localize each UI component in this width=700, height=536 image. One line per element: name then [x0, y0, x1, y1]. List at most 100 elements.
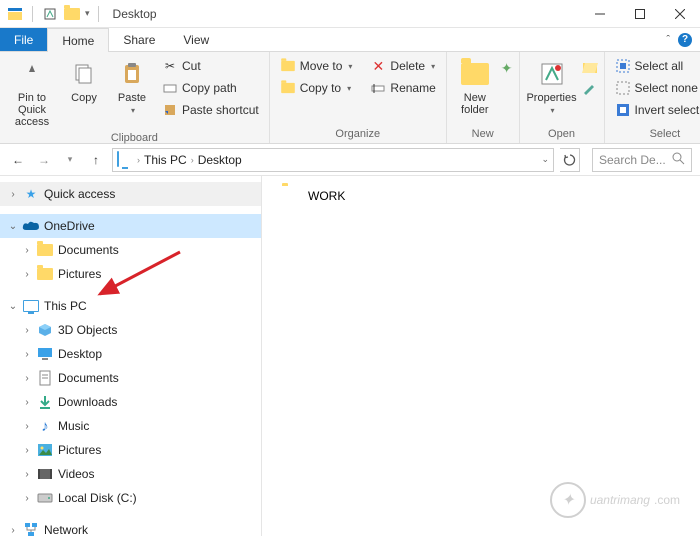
chevron-down-icon[interactable]: ▾ [85, 8, 90, 19]
sidebar-item-pictures[interactable]: › Pictures [0, 438, 261, 462]
paste-icon [116, 58, 148, 90]
edit-icon[interactable] [582, 81, 598, 98]
search-input[interactable]: Search De... [592, 148, 692, 172]
move-to-button[interactable]: Move to▾ [276, 56, 357, 76]
close-button[interactable] [660, 0, 700, 28]
chevron-right-icon[interactable]: › [6, 525, 20, 536]
paste-shortcut-button[interactable]: Paste shortcut [158, 100, 263, 120]
pictures-icon [36, 441, 54, 459]
sidebar-item-onedrive-pictures[interactable]: › Pictures [0, 262, 261, 286]
sidebar-item-videos[interactable]: › Videos [0, 462, 261, 486]
chevron-right-icon[interactable]: › [6, 189, 20, 200]
chevron-right-icon[interactable]: › [20, 421, 34, 432]
cut-button[interactable]: ✂Cut [158, 56, 263, 76]
sidebar-item-music[interactable]: › ♪ Music [0, 414, 261, 438]
maximize-button[interactable] [620, 0, 660, 28]
chevron-right-icon[interactable]: › [20, 397, 34, 408]
folder-icon [282, 186, 302, 206]
breadcrumb-leaf[interactable]: Desktop [198, 153, 242, 167]
ribbon-group-label: Organize [276, 126, 440, 142]
sidebar-item-network[interactable]: › Network [0, 518, 261, 536]
pc-icon [22, 297, 40, 315]
copy-button[interactable]: Copy [62, 56, 106, 106]
minimize-button[interactable] [580, 0, 620, 28]
sidebar-item-local-disk[interactable]: › Local Disk (C:) [0, 486, 261, 510]
copy-path-button[interactable]: Copy path [158, 78, 263, 98]
pin-quick-access-button[interactable]: Pin to Quick access [6, 56, 58, 130]
sidebar-item-3d-objects[interactable]: › 3D Objects [0, 318, 261, 342]
chevron-down-icon[interactable]: ⌄ [541, 154, 549, 165]
chevron-down-icon[interactable]: ⌄ [6, 301, 20, 312]
tab-file[interactable]: File [0, 28, 47, 51]
chevron-right-icon[interactable]: › [20, 445, 34, 456]
chevron-down-icon: ▾ [131, 106, 135, 115]
sidebar-item-desktop[interactable]: › Desktop [0, 342, 261, 366]
copy-to-button[interactable]: Copy to▾ [276, 78, 357, 98]
address-bar[interactable]: › This PC › Desktop ⌄ [112, 148, 554, 172]
properties-button[interactable]: Properties ▾ [526, 56, 578, 117]
chevron-right-icon[interactable]: › [20, 325, 34, 336]
move-to-icon [280, 58, 296, 74]
collapse-ribbon-icon[interactable]: ˆ [666, 34, 670, 46]
breadcrumb-root[interactable]: This PC [144, 153, 187, 167]
recent-locations-button[interactable]: ▾ [60, 150, 80, 170]
chevron-right-icon[interactable]: › [20, 469, 34, 480]
chevron-right-icon[interactable]: › [135, 155, 142, 165]
select-none-button[interactable]: Select none [611, 78, 700, 98]
qat-properties-icon[interactable] [41, 5, 59, 23]
sidebar-item-quick-access[interactable]: › ★ Quick access [0, 182, 261, 206]
window-title: Desktop [113, 7, 157, 21]
chevron-right-icon[interactable]: › [20, 245, 34, 256]
chevron-right-icon[interactable]: › [20, 269, 34, 280]
refresh-button[interactable] [560, 148, 580, 172]
new-item-icon[interactable]: ✦ [501, 60, 513, 77]
tab-share[interactable]: Share [109, 28, 169, 51]
delete-button[interactable]: ✕Delete▾ [366, 56, 439, 76]
search-placeholder: Search De... [599, 153, 668, 167]
desktop-icon [36, 345, 54, 363]
sidebar-item-this-pc[interactable]: ⌄ This PC [0, 294, 261, 318]
search-icon [672, 152, 685, 168]
select-all-icon [615, 58, 631, 74]
select-all-button[interactable]: Select all [611, 56, 700, 76]
chevron-down-icon: ▾ [551, 106, 555, 115]
watermark-text: uantrimang [590, 493, 650, 507]
invert-selection-icon [615, 102, 631, 118]
sidebar-item-onedrive[interactable]: ⌄ OneDrive [0, 214, 261, 238]
chevron-right-icon[interactable]: › [20, 373, 34, 384]
file-name: WORK [308, 189, 345, 203]
forward-button[interactable]: → [34, 150, 54, 170]
list-item[interactable]: WORK [282, 186, 680, 206]
sidebar-item-onedrive-documents[interactable]: › Documents [0, 238, 261, 262]
invert-selection-button[interactable]: Invert selection [611, 100, 700, 120]
tab-home[interactable]: Home [47, 28, 109, 52]
new-folder-icon [459, 58, 491, 90]
open-icon[interactable] [582, 60, 598, 77]
back-button[interactable]: ← [8, 150, 28, 170]
chevron-right-icon[interactable]: › [20, 493, 34, 504]
sidebar-item-documents[interactable]: › Documents [0, 366, 261, 390]
chevron-right-icon[interactable]: › [20, 349, 34, 360]
folder-icon [36, 241, 54, 259]
paste-button[interactable]: Paste ▾ [110, 56, 154, 117]
qat-folder-icon[interactable] [63, 5, 81, 23]
help-icon[interactable]: ? [678, 33, 692, 47]
chevron-right-icon[interactable]: › [189, 155, 196, 165]
ribbon-group-clipboard: Pin to Quick access Copy Paste ▾ ✂Cut Co… [0, 52, 270, 143]
tab-view[interactable]: View [169, 28, 223, 51]
chevron-down-icon[interactable]: ⌄ [6, 221, 20, 232]
rename-button[interactable]: Rename [366, 78, 439, 98]
app-icon [6, 5, 24, 23]
3d-objects-icon [36, 321, 54, 339]
up-button[interactable]: ↑ [86, 150, 106, 170]
new-folder-button[interactable]: New folder [453, 56, 497, 118]
videos-icon [36, 465, 54, 483]
pc-icon [117, 152, 133, 168]
ribbon-group-label: Select [611, 126, 700, 142]
scissors-icon: ✂ [162, 58, 178, 74]
properties-icon [536, 58, 568, 90]
ribbon-tabs: File Home Share View ˆ ? [0, 28, 700, 52]
ribbon-group-select: Select all Select none Invert selection … [605, 52, 700, 143]
downloads-icon [36, 393, 54, 411]
sidebar-item-downloads[interactable]: › Downloads [0, 390, 261, 414]
